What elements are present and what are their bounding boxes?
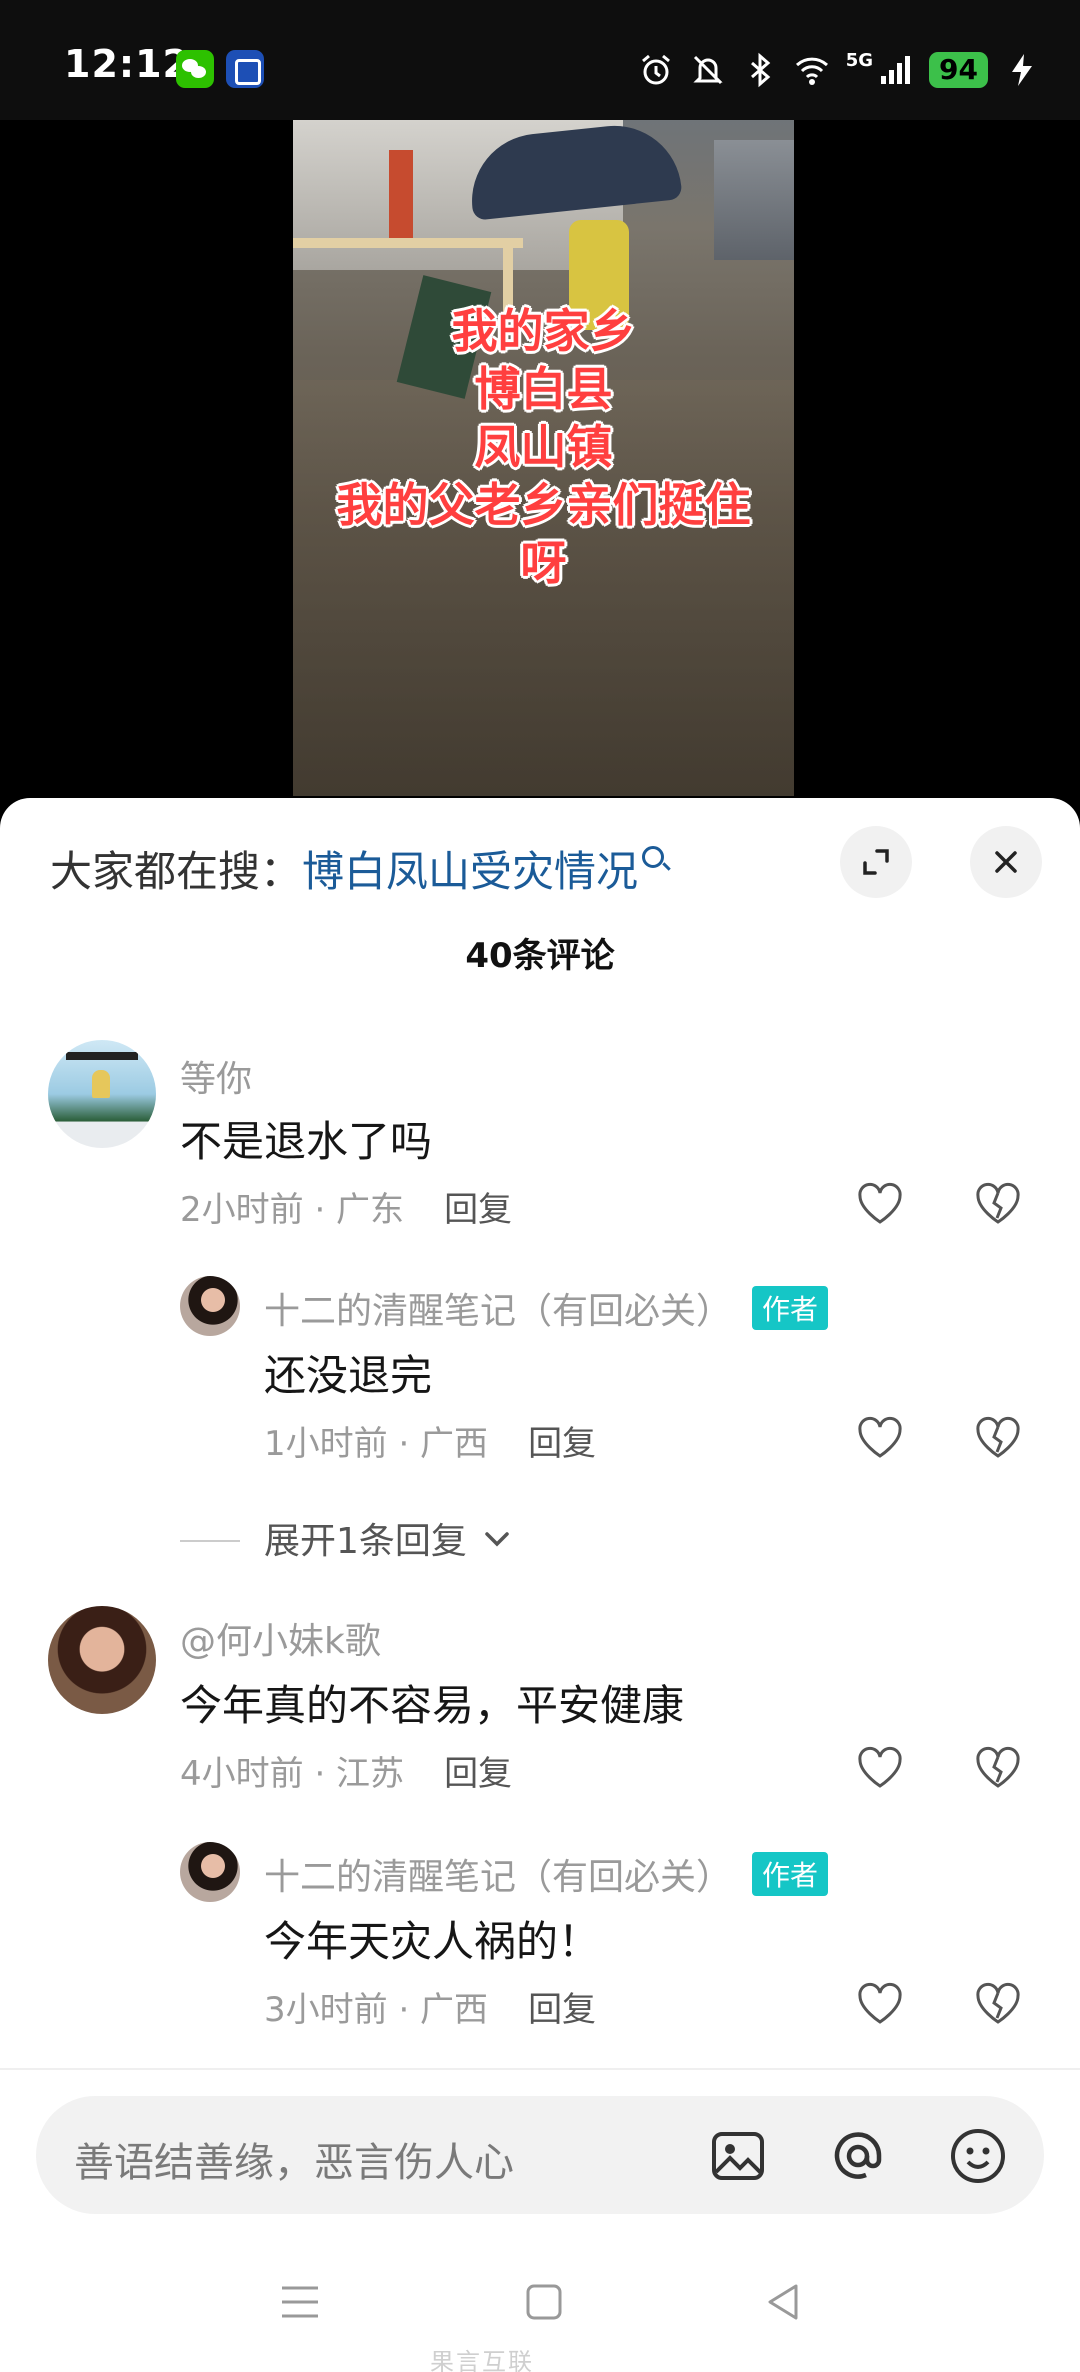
reply-username-line: 十二的清醒笔记（有回必关） 作者	[264, 1282, 829, 1334]
comment-meta: 4小时前 · 江苏 回复	[180, 1746, 512, 1795]
network-type: 5G	[845, 49, 874, 71]
reply-meta: 1小时前 · 广西 回复	[264, 1416, 596, 1465]
reply-button[interactable]: 回复	[444, 1190, 512, 1230]
expand-divider-line	[180, 1540, 240, 1542]
reply-time-location: 3小时前 · 广西	[264, 1990, 489, 2030]
comment-sheet: 大家都在搜：博白凤山受灾情况 40条评论 等你 不是退水了吗 2小时前 · 广东…	[0, 798, 1080, 2372]
like-button[interactable]	[854, 1178, 906, 1230]
broken-heart-icon	[976, 1982, 1020, 2024]
author-badge: 作者	[752, 1286, 829, 1330]
heart-icon	[858, 1416, 902, 1458]
expand-icon	[863, 849, 889, 875]
broken-heart-icon	[976, 1416, 1020, 1458]
reply-time-location: 1小时前 · 广西	[264, 1424, 489, 1464]
charging-icon	[1004, 52, 1040, 88]
status-icons: 5G 94	[638, 48, 1040, 92]
emoji-icon	[951, 2129, 1005, 2183]
broken-heart-icon	[976, 1182, 1020, 1224]
avatar[interactable]	[48, 1606, 156, 1714]
caption-line: 呀	[520, 536, 567, 590]
caption-line: 我的家乡	[451, 304, 636, 358]
comment-time-location: 2小时前 · 广东	[180, 1190, 405, 1230]
reply-username-line: 十二的清醒笔记（有回必关） 作者	[264, 1848, 829, 1900]
avatar[interactable]	[180, 1842, 240, 1902]
mention-button[interactable]	[828, 2126, 888, 2186]
search-suggestion[interactable]: 大家都在搜：博白凤山受灾情况	[50, 838, 665, 899]
dislike-button[interactable]	[972, 1412, 1024, 1464]
comment-input-bar[interactable]: 善语结善缘，恶言伤人心	[36, 2096, 1044, 2214]
menu-nav-button[interactable]	[276, 2278, 324, 2326]
signal-icon	[877, 52, 913, 88]
video-scene-sign	[389, 150, 413, 240]
reply-meta: 3小时前 · 广西 回复	[264, 1982, 596, 2031]
home-nav-button[interactable]	[520, 2278, 568, 2326]
comment-meta: 2小时前 · 广东 回复	[180, 1182, 512, 1231]
menu-icon	[282, 2286, 318, 2318]
comment-input-placeholder[interactable]: 善语结善缘，恶言伤人心	[74, 2130, 514, 2188]
heart-icon	[858, 1746, 902, 1788]
chevron-down-icon	[485, 1532, 509, 1547]
caption-line: 博白县	[474, 362, 613, 416]
reply-button[interactable]: 回复	[528, 1990, 596, 2030]
reply-button[interactable]: 回复	[444, 1754, 512, 1794]
at-icon	[834, 2132, 882, 2179]
heart-icon	[858, 1982, 902, 2024]
close-icon	[995, 851, 1017, 873]
wifi-icon	[794, 52, 830, 88]
like-button[interactable]	[854, 1412, 906, 1464]
expand-replies-label[interactable]: 展开1条回复	[264, 1512, 467, 1564]
wechat-notification-icon	[176, 50, 214, 88]
battery-level: 94	[929, 52, 988, 88]
reply-text[interactable]: 还没退完	[264, 1342, 432, 1403]
mute-bell-icon	[690, 52, 726, 88]
close-button[interactable]	[970, 826, 1042, 898]
caption-line: 凤山镇	[474, 420, 613, 474]
emoji-button[interactable]	[948, 2126, 1008, 2186]
alarm-icon	[638, 52, 674, 88]
bluetooth-icon	[742, 52, 778, 88]
comment-time-location: 4小时前 · 江苏	[180, 1754, 405, 1794]
reply-text[interactable]: 今年天灾人祸的！	[264, 1908, 600, 1969]
dislike-button[interactable]	[972, 1742, 1024, 1794]
video-caption: 我的家乡 博白县 凤山镇 我的父老乡亲们挺住 呀	[293, 302, 794, 592]
video-frame[interactable]: 我的家乡 博白县 凤山镇 我的父老乡亲们挺住 呀	[293, 120, 794, 796]
broken-heart-icon	[976, 1746, 1020, 1788]
reply-button[interactable]: 回复	[528, 1424, 596, 1464]
back-nav-button[interactable]	[760, 2278, 808, 2326]
expand-button[interactable]	[840, 826, 912, 898]
home-square-icon	[526, 2284, 562, 2320]
app-notification-icon	[226, 50, 264, 88]
like-button[interactable]	[854, 1742, 906, 1794]
search-icon	[642, 846, 665, 868]
video-player[interactable]: 我的家乡 博白县 凤山镇 我的父老乡亲们挺住 呀	[0, 120, 1080, 820]
sheet-header: 大家都在搜：博白凤山受灾情况	[0, 798, 1080, 928]
author-badge: 作者	[752, 1852, 829, 1896]
comment-text[interactable]: 不是退水了吗	[180, 1108, 432, 1169]
comment-username[interactable]: 等你	[180, 1050, 252, 1102]
image-button[interactable]	[708, 2126, 768, 2186]
system-nav-bar: 果言互联	[0, 2258, 1080, 2372]
search-suggestion-keyword[interactable]: 博白凤山受灾情况	[302, 847, 638, 896]
video-scene-building-right	[714, 140, 794, 260]
input-divider	[0, 2068, 1080, 2070]
watermark: 果言互联	[430, 2348, 534, 2372]
status-time: 12:12	[64, 42, 190, 86]
search-suggestion-prefix: 大家都在搜：	[50, 847, 303, 896]
back-triangle-icon	[768, 2284, 798, 2320]
reply-username[interactable]: 十二的清醒笔记（有回必关）	[264, 1857, 732, 1898]
reply-username[interactable]: 十二的清醒笔记（有回必关）	[264, 1291, 732, 1332]
image-icon	[712, 2132, 764, 2180]
avatar[interactable]	[180, 1276, 240, 1336]
heart-icon	[858, 1182, 902, 1224]
status-bar: 12:12 5G 94	[0, 0, 1080, 120]
video-scene-barrier	[293, 238, 523, 248]
comment-text[interactable]: 今年真的不容易，平安健康	[180, 1672, 684, 1733]
comment-count-title: 40条评论	[465, 936, 615, 976]
like-button[interactable]	[854, 1978, 906, 2030]
comment-username[interactable]: @何小妹k歌	[180, 1612, 381, 1664]
caption-line: 我的父老乡亲们挺住	[336, 478, 751, 532]
dislike-button[interactable]	[972, 1978, 1024, 2030]
dislike-button[interactable]	[972, 1178, 1024, 1230]
avatar[interactable]	[48, 1040, 156, 1148]
